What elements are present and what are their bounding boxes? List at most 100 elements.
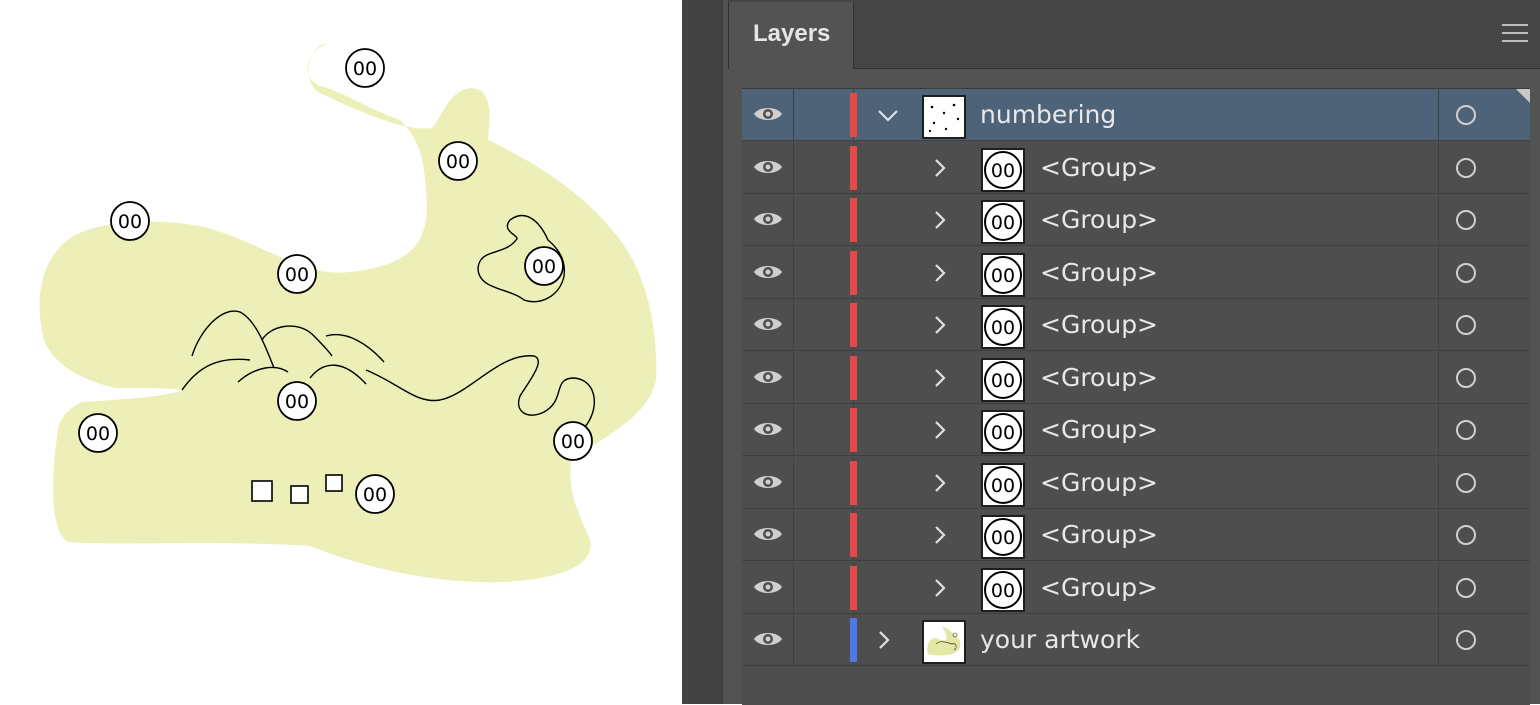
layer-name[interactable]: <Group>	[1040, 404, 1158, 456]
selection-corner-indicator	[1516, 89, 1530, 103]
visibility-eye-icon[interactable]	[742, 456, 794, 509]
lock-toggle[interactable]	[794, 614, 854, 666]
panel-tab-bar: Layers	[728, 0, 1540, 69]
lock-toggle[interactable]	[794, 509, 854, 561]
tab-layers[interactable]: Layers	[728, 2, 854, 69]
visibility-eye-icon[interactable]	[742, 246, 794, 299]
visibility-eye-icon[interactable]	[742, 561, 794, 614]
layer-name[interactable]: <Group>	[1040, 142, 1158, 194]
layer-name[interactable]: your artwork	[980, 614, 1140, 666]
panel-gutter	[682, 0, 723, 704]
svg-text:00: 00	[991, 212, 1015, 234]
layer-color-bar	[850, 460, 857, 505]
number-badge[interactable]: 00	[438, 141, 478, 181]
target-circle-icon[interactable]	[1438, 89, 1530, 141]
visibility-eye-icon[interactable]	[742, 299, 794, 351]
visibility-eye-icon[interactable]	[742, 351, 794, 404]
number-badge[interactable]: 00	[277, 254, 317, 294]
sublayer-row[interactable]: 00 <Group>	[742, 351, 1530, 404]
layer-color-bar	[850, 513, 857, 557]
target-circle-icon[interactable]	[1438, 614, 1530, 666]
target-circle-icon[interactable]	[1438, 404, 1530, 456]
sublayer-row[interactable]: 00 <Group>	[742, 299, 1530, 351]
artwork-blob	[39, 42, 657, 583]
sublayer-row[interactable]: 00 <Group>	[742, 404, 1530, 456]
svg-text:00: 00	[991, 265, 1015, 287]
number-badge[interactable]: 00	[345, 48, 385, 88]
target-circle-icon[interactable]	[1438, 246, 1530, 299]
chevron-right-icon[interactable]	[872, 628, 896, 652]
visibility-eye-icon[interactable]	[742, 141, 794, 194]
lock-toggle[interactable]	[794, 246, 854, 299]
layer-name[interactable]: <Group>	[1040, 509, 1158, 561]
badge-label: 00	[118, 211, 142, 233]
sublayer-row[interactable]: 00 <Group>	[742, 194, 1530, 246]
layer-color-bar	[850, 618, 857, 662]
lock-toggle[interactable]	[794, 561, 854, 614]
target-circle-icon[interactable]	[1438, 194, 1530, 246]
chevron-right-icon[interactable]	[928, 418, 952, 442]
visibility-eye-icon[interactable]	[742, 194, 794, 246]
sublayer-row[interactable]: 00 <Group>	[742, 561, 1530, 614]
lock-toggle[interactable]	[794, 89, 854, 141]
layer-color-bar	[850, 565, 857, 610]
visibility-eye-icon[interactable]	[742, 614, 794, 666]
number-badge[interactable]: 00	[553, 421, 593, 461]
number-badge[interactable]: 00	[110, 201, 150, 241]
lock-toggle[interactable]	[794, 141, 854, 194]
lock-toggle[interactable]	[794, 456, 854, 509]
number-badge[interactable]: 00	[78, 413, 118, 453]
chevron-right-icon[interactable]	[928, 261, 952, 285]
layer-name[interactable]: <Group>	[1040, 457, 1158, 509]
layer-thumbnail: 00	[981, 462, 1025, 507]
target-circle-icon[interactable]	[1438, 456, 1530, 509]
target-circle-icon[interactable]	[1438, 351, 1530, 404]
layer-name[interactable]: numbering	[980, 89, 1116, 141]
target-circle-icon[interactable]	[1438, 561, 1530, 614]
lock-toggle[interactable]	[794, 351, 854, 404]
layer-color-bar	[850, 250, 857, 295]
visibility-eye-icon[interactable]	[742, 509, 794, 561]
hamburger-menu-icon[interactable]	[1502, 24, 1528, 44]
layer-row[interactable]: numbering	[742, 89, 1530, 141]
artboard[interactable]: 00 00 00 00 00 00 00 00 00	[0, 0, 682, 704]
sublayer-row[interactable]: 00 <Group>	[742, 509, 1530, 561]
target-circle-icon[interactable]	[1438, 141, 1530, 194]
layer-thumbnail: 00	[981, 357, 1025, 402]
chevron-right-icon[interactable]	[928, 208, 952, 232]
chevron-right-icon[interactable]	[928, 471, 952, 495]
layer-row[interactable]: your artwork	[742, 614, 1530, 666]
svg-text:00: 00	[991, 422, 1015, 444]
layer-name[interactable]: <Group>	[1040, 352, 1158, 404]
chevron-right-icon[interactable]	[928, 313, 952, 337]
target-circle-icon[interactable]	[1438, 299, 1530, 351]
sublayer-row[interactable]: 00 <Group>	[742, 246, 1530, 299]
chevron-down-icon[interactable]	[876, 103, 900, 127]
svg-text:00: 00	[991, 580, 1015, 602]
number-badge[interactable]: 00	[277, 381, 317, 421]
number-badge[interactable]: 00	[355, 474, 395, 514]
badge-label: 00	[561, 431, 585, 453]
number-badge[interactable]: 00	[524, 246, 564, 286]
chevron-right-icon[interactable]	[928, 156, 952, 180]
target-circle-icon[interactable]	[1438, 509, 1530, 561]
layer-name[interactable]: <Group>	[1040, 299, 1158, 351]
chevron-right-icon[interactable]	[928, 523, 952, 547]
layer-name[interactable]: <Group>	[1040, 562, 1158, 614]
lock-toggle[interactable]	[794, 404, 854, 456]
sublayer-row[interactable]: 00 <Group>	[742, 456, 1530, 509]
chevron-right-icon[interactable]	[928, 576, 952, 600]
layer-thumbnail: 00	[981, 410, 1025, 454]
layer-color-bar	[850, 355, 857, 400]
badge-label: 00	[353, 58, 377, 80]
svg-text:00: 00	[991, 317, 1015, 339]
sublayer-row[interactable]: 00 <Group>	[742, 141, 1530, 194]
visibility-eye-icon[interactable]	[742, 89, 794, 141]
lock-toggle[interactable]	[794, 299, 854, 351]
layer-name[interactable]: <Group>	[1040, 194, 1158, 246]
lock-toggle[interactable]	[794, 194, 854, 246]
layer-name[interactable]: <Group>	[1040, 247, 1158, 299]
chevron-right-icon[interactable]	[928, 366, 952, 390]
layers-list[interactable]: numbering 00 <Group> 00 <Group> 00 <Group> 00 <G…	[742, 88, 1530, 705]
visibility-eye-icon[interactable]	[742, 404, 794, 456]
